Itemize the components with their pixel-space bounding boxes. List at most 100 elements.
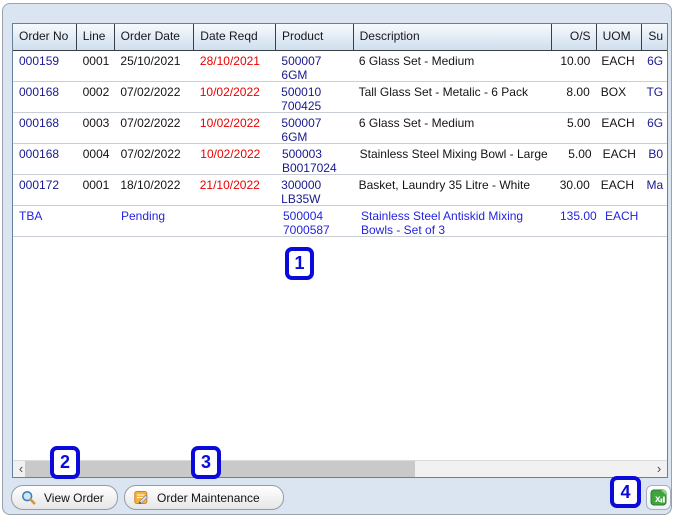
col-header-os[interactable]: O/S xyxy=(552,24,597,50)
col-header-line[interactable]: Line xyxy=(77,24,115,50)
cell-line: 0004 xyxy=(82,147,110,161)
callout-2-badge: 2 xyxy=(50,446,80,479)
table-row[interactable]: 000168 0004 07/02/2022 10/02/2022 500003… xyxy=(13,144,667,175)
cell-product: 500010 700425 xyxy=(275,82,352,112)
cell-date-reqd xyxy=(195,206,277,236)
product-code: 300000 xyxy=(281,178,322,192)
cell-date-reqd: 10/02/2022 xyxy=(200,147,261,161)
product-code: 500007 xyxy=(281,116,322,130)
table-row[interactable]: 000172 0001 18/10/2022 21/10/2022 300000… xyxy=(13,175,667,206)
product-code: 500010 xyxy=(281,85,322,99)
cell-os: 5.00 xyxy=(568,147,592,161)
cell-order-no: 000168 xyxy=(19,85,60,99)
excel-icon: x xyxy=(650,489,667,506)
orders-grid-panel: Order No Line Order Date Date Reqd Produ… xyxy=(12,23,668,478)
grid-header-row: Order No Line Order Date Date Reqd Produ… xyxy=(13,24,667,51)
product-code-alt: 6GM xyxy=(281,68,308,81)
table-empty-area xyxy=(13,237,667,437)
product-code-alt: 7000587 xyxy=(283,223,330,236)
table-row[interactable]: 000159 0001 25/10/2021 28/10/2021 500007… xyxy=(13,51,667,82)
cell-product: 300000 LB35W xyxy=(275,175,352,205)
cell-product: 500004 7000587 xyxy=(277,206,355,236)
product-code-alt: B0017024 xyxy=(281,161,337,174)
cell-description: Stainless Steel Mixing Bowl - Large xyxy=(359,147,548,161)
view-order-button[interactable]: View Order xyxy=(11,485,118,510)
cell-os: 135.00 xyxy=(560,209,597,223)
cell-order-date: 07/02/2022 xyxy=(120,147,181,161)
cell-os: 10.00 xyxy=(560,54,591,68)
product-code: 500004 xyxy=(283,209,324,223)
cell-supplier xyxy=(645,206,667,236)
col-header-description[interactable]: Description xyxy=(354,24,552,50)
col-header-supplier[interactable]: Su xyxy=(642,24,667,50)
product-code: 500007 xyxy=(281,54,322,68)
cell-order-date: 18/10/2022 xyxy=(120,178,181,192)
callout-3-badge: 3 xyxy=(191,446,221,479)
order-maintenance-label: Order Maintenance xyxy=(157,490,260,505)
scroll-right-arrow-icon[interactable]: › xyxy=(651,461,667,477)
cell-uom: EACH xyxy=(600,178,635,192)
product-code: 500003 xyxy=(281,147,322,161)
cell-supplier: 6G xyxy=(647,116,664,130)
table-row[interactable]: 000168 0002 07/02/2022 10/02/2022 500010… xyxy=(13,82,667,113)
cell-supplier: B0 xyxy=(648,147,664,161)
magnifier-icon xyxy=(21,490,36,505)
col-header-order-date[interactable]: Order Date xyxy=(115,24,195,50)
product-code-alt: 6GM xyxy=(281,130,308,143)
cell-line: 0001 xyxy=(82,54,110,68)
cell-order-no: 000159 xyxy=(19,54,60,68)
cell-date-reqd: 10/02/2022 xyxy=(199,116,260,130)
cell-line: 0002 xyxy=(82,85,110,99)
cell-uom: EACH xyxy=(605,209,639,223)
cell-os: 5.00 xyxy=(566,116,591,130)
cell-order-date: 25/10/2021 xyxy=(120,54,181,68)
order-maintenance-button[interactable]: Order Maintenance xyxy=(124,485,284,510)
cell-order-no: TBA xyxy=(19,209,43,223)
col-header-order-no[interactable]: Order No xyxy=(13,24,77,50)
cell-uom: EACH xyxy=(602,147,636,161)
cell-order-no: 000168 xyxy=(19,147,60,161)
col-header-product[interactable]: Product xyxy=(276,24,354,50)
cell-description: Stainless Steel Antiskid Mixing Bowls - … xyxy=(361,209,524,236)
product-code-alt: LB35W xyxy=(281,192,321,205)
table-row-pending[interactable]: TBA Pending 500004 7000587 Stainless Ste… xyxy=(13,206,667,237)
cell-supplier: 6G xyxy=(647,54,664,68)
cell-description: 6 Glass Set - Medium xyxy=(358,116,475,130)
horizontal-scrollbar[interactable]: ‹ › xyxy=(13,460,667,477)
cell-order-no: 000172 xyxy=(19,178,60,192)
cell-date-reqd: 21/10/2022 xyxy=(199,178,260,192)
cell-os: 30.00 xyxy=(559,178,590,192)
cell-date-reqd: 28/10/2021 xyxy=(199,54,260,68)
cell-supplier: TG xyxy=(646,85,664,99)
callout-4-badge: 4 xyxy=(610,476,641,508)
cell-line: 0003 xyxy=(82,116,110,130)
table-row[interactable]: 000168 0003 07/02/2022 10/02/2022 500007… xyxy=(13,113,667,144)
cell-line xyxy=(77,206,115,236)
orders-window: Order No Line Order Date Date Reqd Produ… xyxy=(2,3,672,515)
view-order-label: View Order xyxy=(44,490,104,505)
col-header-uom[interactable]: UOM xyxy=(597,24,643,50)
cell-uom: EACH xyxy=(601,54,635,68)
export-excel-button[interactable]: x xyxy=(646,485,671,510)
cell-product: 500003 B0017024 xyxy=(276,144,354,174)
cell-order-date: 07/02/2022 xyxy=(120,85,181,99)
cell-supplier: Ma xyxy=(646,178,664,192)
product-code-alt: 700425 xyxy=(281,99,322,112)
callout-1-badge: 1 xyxy=(285,247,314,280)
cell-description: Tall Glass Set - Metalic - 6 Pack xyxy=(358,85,528,99)
svg-text:x: x xyxy=(655,494,661,505)
cell-uom: EACH xyxy=(601,116,635,130)
cell-order-no: 000168 xyxy=(19,116,60,130)
cell-product: 500007 6GM xyxy=(275,113,353,143)
cell-date-reqd: 10/02/2022 xyxy=(199,85,260,99)
cell-uom: BOX xyxy=(600,85,627,99)
cell-order-date: 07/02/2022 xyxy=(120,116,181,130)
cell-description: Basket, Laundry 35 Litre - White xyxy=(358,178,531,192)
cell-line: 0001 xyxy=(82,178,110,192)
cell-description: 6 Glass Set - Medium xyxy=(358,54,475,68)
cell-os: 8.00 xyxy=(566,85,590,99)
col-header-date-reqd[interactable]: Date Reqd xyxy=(194,24,276,50)
cell-order-date: Pending xyxy=(121,209,166,223)
note-edit-icon xyxy=(134,490,149,505)
cell-product: 500007 6GM xyxy=(275,51,353,81)
